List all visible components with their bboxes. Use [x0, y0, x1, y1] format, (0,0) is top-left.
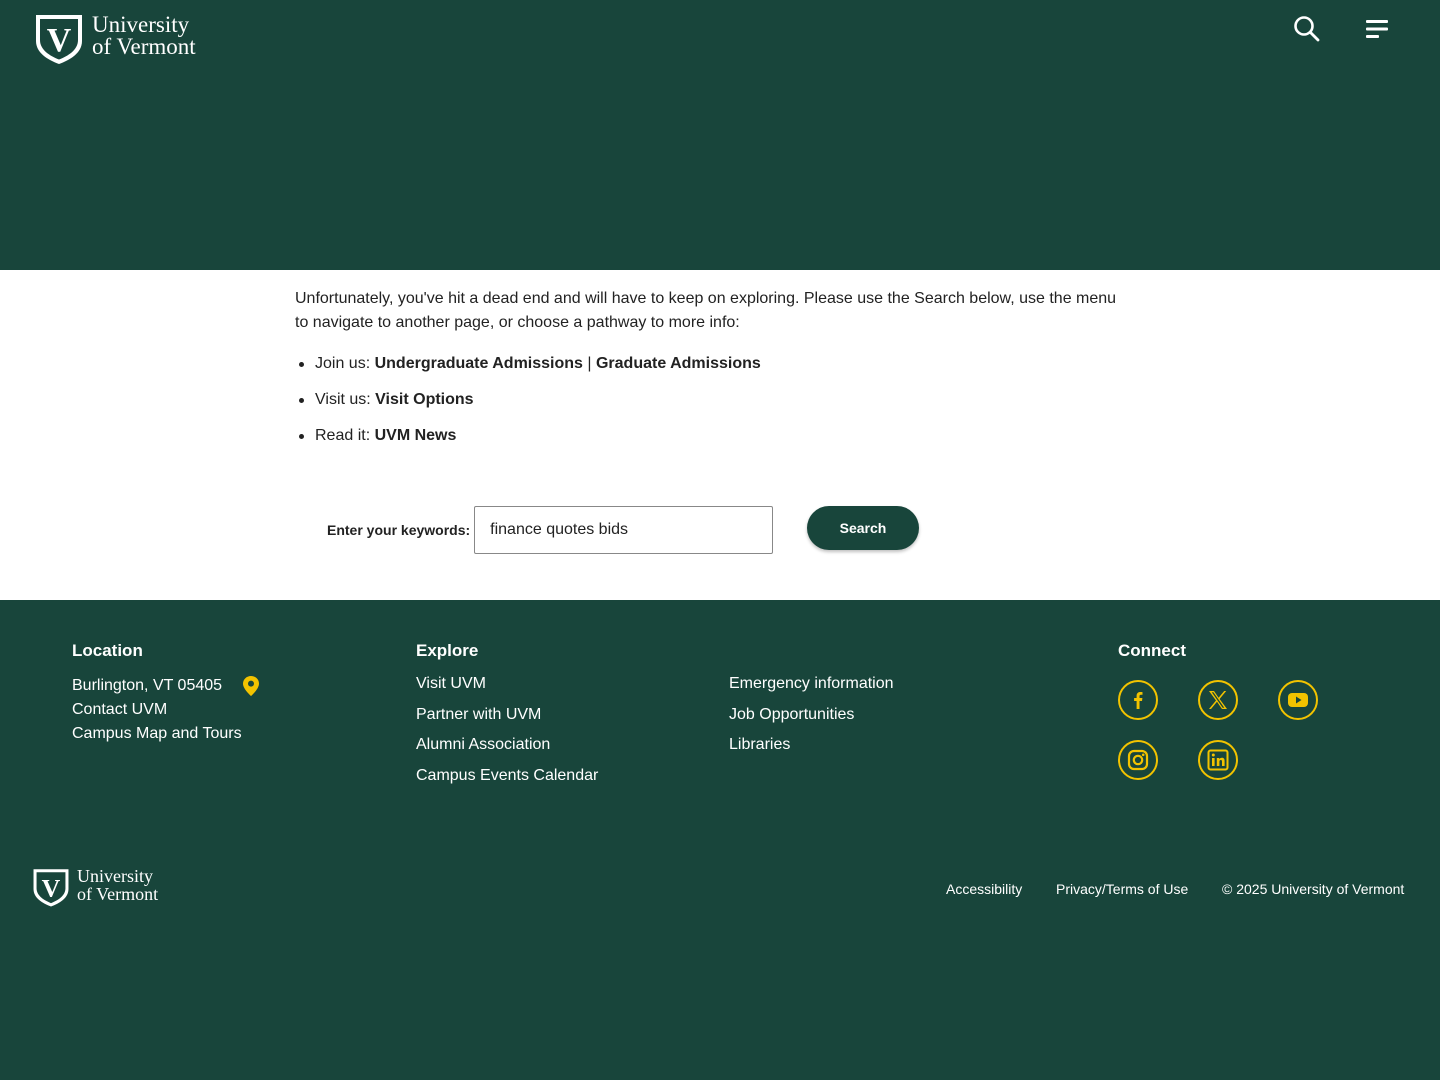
shield-icon: V	[36, 15, 82, 64]
contact-uvm-link[interactable]: Contact UVM	[72, 701, 167, 719]
linkedin-icon	[1207, 749, 1229, 771]
map-pin-icon	[243, 676, 259, 696]
privacy-terms-link[interactable]: Privacy/Terms of Use	[1056, 881, 1188, 897]
youtube-link[interactable]	[1278, 680, 1318, 720]
job-opportunities-link[interactable]: Job Opportunities	[729, 706, 854, 724]
site-footer: Location Burlington, VT 05405 Contact UV…	[0, 600, 1440, 1080]
pathway-prefix: Join us:	[315, 355, 375, 372]
site-header: V University of Vermont	[0, 0, 1440, 270]
undergraduate-admissions-link[interactable]: Undergraduate Admissions	[375, 355, 583, 372]
facebook-link[interactable]	[1118, 680, 1158, 720]
list-item: Read it: UVM News	[299, 425, 761, 461]
x-icon	[1209, 691, 1227, 709]
instagram-icon	[1127, 749, 1149, 771]
svg-text:V: V	[42, 874, 61, 903]
footer-connect-title: Connect	[1118, 641, 1186, 660]
emergency-information-link[interactable]: Emergency information	[729, 675, 894, 693]
alumni-association-link[interactable]: Alumni Association	[416, 736, 550, 754]
pathway-prefix: Read it:	[315, 427, 375, 444]
facebook-icon	[1134, 692, 1143, 709]
list-item: Visit us: Visit Options	[299, 389, 761, 425]
libraries-link[interactable]: Libraries	[729, 736, 790, 754]
pathway-separator: |	[582, 355, 596, 372]
x-link[interactable]	[1198, 680, 1238, 720]
search-button[interactable]: Search	[807, 506, 919, 550]
copyright-text: © 2025 University of Vermont	[1222, 881, 1405, 897]
svg-text:V: V	[47, 22, 72, 59]
campus-map-link[interactable]: Campus Map and Tours	[72, 725, 242, 743]
visit-uvm-link[interactable]: Visit UVM	[416, 675, 486, 693]
search-icon	[1294, 16, 1320, 42]
uvm-news-link[interactable]: UVM News	[375, 427, 457, 444]
list-item: Join us: Undergraduate Admissions | Grad…	[299, 353, 761, 389]
search-input[interactable]	[474, 506, 774, 554]
shield-icon: V	[33, 869, 69, 907]
header-search-button[interactable]	[1290, 12, 1324, 46]
partner-with-uvm-link[interactable]: Partner with UVM	[416, 706, 541, 724]
linkedin-link[interactable]	[1198, 740, 1238, 780]
footer-uvm-logo[interactable]: V University of Vermont	[32, 867, 158, 908]
logo-wordmark: University of Vermont	[92, 13, 196, 59]
footer-location-title: Location	[72, 641, 143, 660]
pathway-list: Join us: Undergraduate Admissions | Grad…	[299, 353, 761, 461]
address-link[interactable]: Burlington, VT 05405	[72, 677, 222, 695]
visit-options-link[interactable]: Visit Options	[375, 391, 473, 408]
main-content: Unfortunately, you've hit a dead end and…	[0, 270, 1440, 600]
logo-line-2: of Vermont	[77, 883, 159, 904]
hamburger-menu-icon	[1366, 20, 1388, 38]
error-intro-text: Unfortunately, you've hit a dead end and…	[295, 290, 1117, 331]
header-menu-button[interactable]	[1360, 12, 1394, 46]
accessibility-link[interactable]: Accessibility	[946, 881, 1022, 897]
instagram-link[interactable]	[1118, 740, 1158, 780]
graduate-admissions-link[interactable]: Graduate Admissions	[596, 355, 761, 372]
uvm-logo[interactable]: V University of Vermont	[34, 13, 196, 65]
youtube-icon	[1288, 693, 1308, 707]
logo-line-2: of Vermont	[92, 34, 196, 59]
search-form: Enter your keywords: Search	[327, 506, 919, 554]
footer-explore-title: Explore	[416, 641, 479, 660]
pathway-prefix: Visit us:	[315, 391, 376, 408]
logo-wordmark: University of Vermont	[77, 867, 159, 904]
search-label: Enter your keywords:	[327, 522, 471, 538]
campus-events-calendar-link[interactable]: Campus Events Calendar	[416, 767, 598, 785]
